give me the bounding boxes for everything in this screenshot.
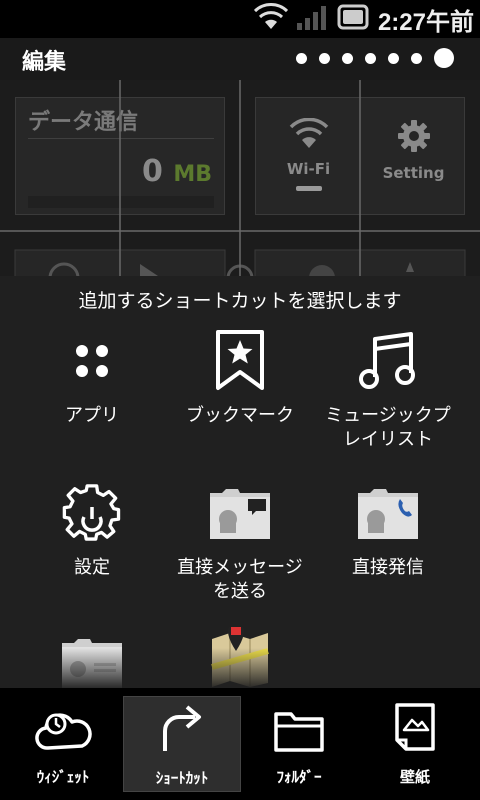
edit-header: 編集: [0, 38, 480, 80]
tab-label: ﾌｫﾙﾀﾞｰ: [276, 768, 322, 786]
page-dot[interactable]: [411, 52, 422, 64]
option-label: 直接発信: [352, 557, 424, 578]
option-label: 設定: [74, 557, 110, 578]
wifi-icon: [256, 117, 361, 154]
shortcut-arrow-icon: [124, 697, 240, 753]
page-dot-active[interactable]: [434, 48, 454, 68]
shortcut-picker-dialog: 追加するショートカットを選択します アプリ ブックマーク ミュージックプ レイリ…: [0, 276, 480, 688]
wifi-toggle[interactable]: Wi-Fi: [256, 117, 361, 191]
setting-toggle[interactable]: Setting: [361, 118, 466, 182]
settings-gear-icon: [12, 482, 172, 544]
status-bar: 2:27午前: [0, 0, 480, 38]
shortcut-option-bookmark[interactable]: ブックマーク: [160, 330, 320, 428]
wifi-state-bar: [295, 186, 322, 191]
gear-icon: [361, 118, 466, 158]
bookmark-icon: [160, 330, 320, 392]
direct-message-icon: [160, 482, 320, 544]
wifi-label: Wi-Fi: [286, 160, 331, 178]
shortcut-option-apps[interactable]: アプリ: [12, 330, 172, 428]
shortcut-option-music-playlist[interactable]: ミュージックプ レイリスト: [308, 330, 468, 452]
setting-label: Setting: [382, 164, 445, 182]
tab-folder[interactable]: ﾌｫﾙﾀﾞｰ: [240, 696, 358, 792]
data-widget-title: データ通信: [28, 110, 139, 135]
tab-label: ｼｮｰﾄｶｯﾄ: [155, 769, 209, 787]
page-dot[interactable]: [365, 52, 376, 64]
page-dot[interactable]: [388, 52, 399, 64]
data-usage-value: 0 MB: [142, 154, 212, 189]
battery-icon: [336, 4, 370, 34]
direct-dial-icon: [308, 482, 468, 544]
data-usage-unit: MB: [173, 162, 212, 187]
grid-line: [359, 80, 361, 276]
page-dot[interactable]: [319, 52, 330, 64]
dialog-title: 追加するショートカットを選択します: [78, 290, 402, 312]
scroll-fade: [0, 648, 480, 688]
option-label: 直接メッセージ を送る: [177, 557, 303, 602]
page-dot[interactable]: [342, 52, 353, 64]
grid-line: [0, 230, 480, 232]
cell-signal-icon: [296, 3, 328, 35]
tab-label: 壁紙: [399, 768, 430, 786]
bottom-tab-bar: ｳｨｼﾞｪｯﾄ ｼｮｰﾄｶｯﾄ ﾌｫﾙﾀﾞｰ 壁紙: [0, 688, 480, 800]
shortcut-option-direct-message[interactable]: 直接メッセージ を送る: [160, 482, 320, 604]
home-screen-grid: データ通信 0 MB Wi-Fi Setting: [0, 80, 480, 276]
option-label: ミュージックプ レイリスト: [325, 405, 451, 450]
option-label: アプリ: [65, 405, 119, 426]
apps-icon: [12, 330, 172, 392]
tab-wallpaper[interactable]: 壁紙: [356, 696, 474, 792]
music-note-icon: [308, 330, 468, 392]
folder-icon: [240, 696, 358, 752]
data-usage-number: 0: [142, 154, 163, 189]
divider: [28, 138, 214, 139]
option-label: ブックマーク: [186, 405, 294, 426]
tab-shortcut[interactable]: ｼｮｰﾄｶｯﾄ: [123, 696, 241, 792]
page-indicator[interactable]: [296, 48, 454, 68]
clock: 2:27午前: [377, 8, 474, 36]
data-usage-bar: [28, 196, 214, 208]
page-title: 編集: [22, 50, 67, 75]
page-dot[interactable]: [296, 52, 307, 64]
shortcut-option-settings[interactable]: 設定: [12, 482, 172, 580]
grid-line: [239, 80, 241, 276]
wifi-signal-icon: [253, 3, 288, 35]
shortcut-option-direct-dial[interactable]: 直接発信: [308, 482, 468, 580]
tab-widget[interactable]: ｳｨｼﾞｪｯﾄ: [4, 696, 122, 792]
widget-cloud-icon: [4, 696, 122, 752]
grid-line: [119, 80, 121, 276]
tab-label: ｳｨｼﾞｪｯﾄ: [36, 768, 90, 786]
wallpaper-icon: [356, 696, 474, 752]
